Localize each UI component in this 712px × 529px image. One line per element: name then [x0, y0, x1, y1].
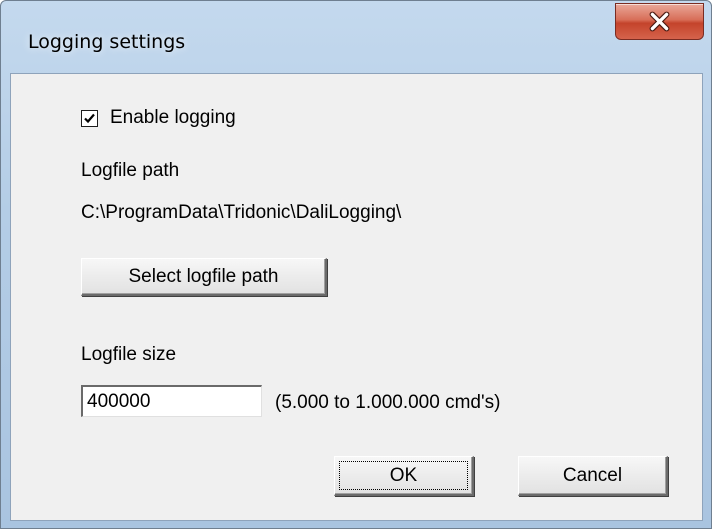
dialog-window: Logging settings Enable logging Logfile … [0, 0, 712, 529]
logfile-path-label: Logfile path [81, 160, 180, 181]
enable-logging-label: Enable logging [110, 107, 236, 128]
enable-logging-checkbox[interactable] [81, 109, 98, 127]
close-icon [649, 11, 670, 32]
enable-logging-checkbox-row[interactable]: Enable logging [81, 106, 236, 130]
logfile-size-label: Logfile size [81, 344, 177, 365]
focus-ring [339, 461, 468, 490]
title-bar[interactable]: Logging settings [1, 1, 711, 73]
close-button[interactable] [615, 3, 704, 40]
ok-button[interactable]: OK [334, 456, 474, 496]
logfile-size-range-hint: (5.000 to 1.000.000 cmd's) [275, 392, 501, 413]
window-title: Logging settings [28, 31, 186, 53]
logfile-size-input[interactable] [81, 385, 262, 417]
checkmark-icon [84, 113, 95, 123]
select-logfile-path-button[interactable]: Select logfile path [81, 258, 327, 296]
cancel-button[interactable]: Cancel [518, 456, 668, 496]
logfile-path-value: C:\ProgramData\Tridonic\DaliLogging\ [81, 202, 402, 223]
dialog-client-area: Enable logging Logfile path C:\ProgramDa… [10, 73, 703, 521]
